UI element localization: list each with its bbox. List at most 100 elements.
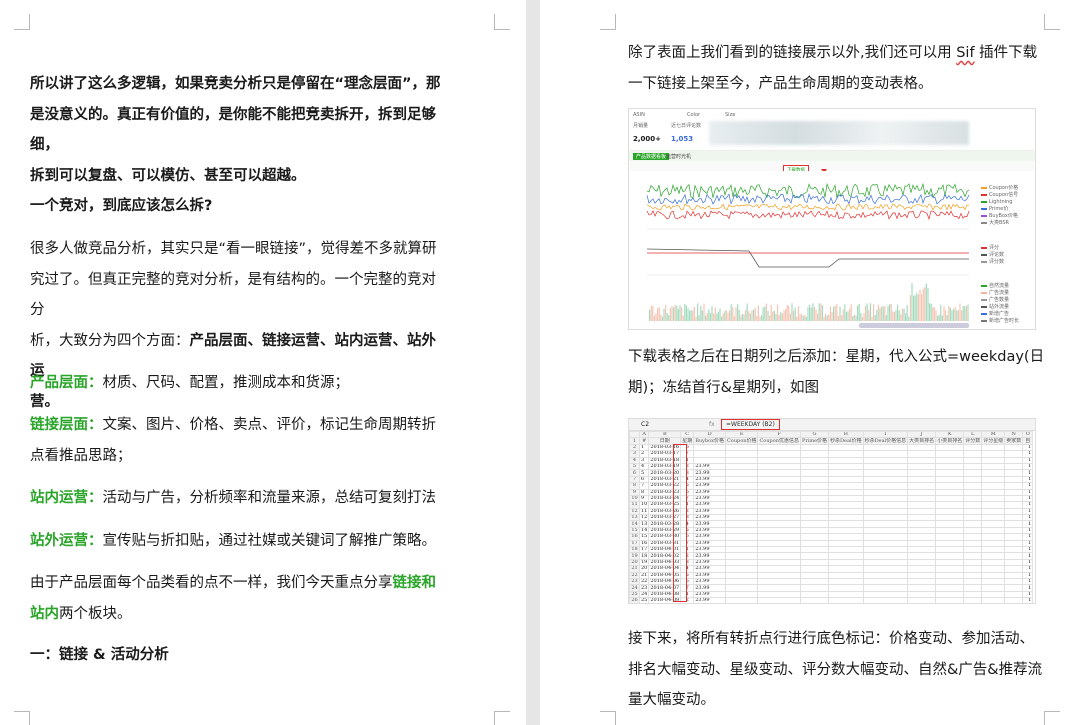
column-header[interactable]: 大类目排名: [907, 437, 937, 445]
table-cell[interactable]: [799, 597, 830, 603]
row-number[interactable]: 26: [629, 597, 640, 603]
table-cell[interactable]: [862, 597, 909, 603]
item-label: 站外运营：: [30, 533, 103, 549]
column-header[interactable]: 秒杀Deal价格: [828, 437, 864, 445]
table-cell[interactable]: [935, 597, 965, 603]
traffic-bar: [842, 309, 844, 321]
intro-paragraph: 所以讲了这么多逻辑，如果竞卖分析只是停留在“理念层面”，那 是没意义的。真正有价…: [30, 69, 450, 191]
asin-label: ASIN: [633, 112, 645, 118]
traffic-bar: [780, 312, 782, 321]
legend-entry[interactable]: 新增广告时长: [981, 318, 1019, 324]
traffic-bar: [721, 316, 723, 321]
column-header[interactable]: Prime价格: [799, 437, 830, 445]
traffic-bar: [652, 305, 654, 321]
legend-entry[interactable]: Prime价: [981, 206, 1008, 212]
legend-swatch: [981, 298, 987, 301]
traffic-bar: [727, 313, 729, 321]
column-header[interactable]: 评分星级: [981, 437, 1006, 445]
traffic-bar: [906, 305, 908, 321]
cell-reference[interactable]: C2: [641, 421, 649, 428]
paragraph-sif: 除了表面上我们看到的链接展示以外,我们还可以用 Sif 插件下载 一下链接上架至…: [628, 38, 1048, 99]
column-header[interactable]: Buybox价格: [693, 437, 726, 445]
legend-entry[interactable]: 评分: [981, 245, 999, 251]
legend-entry[interactable]: 评论数: [981, 252, 1004, 258]
text-line: 是没意义的。真正有价值的，是你能不能把竞卖拆开，拆到足够细，: [30, 106, 436, 154]
tab-ops-timeline[interactable]: 运营时光机: [663, 153, 694, 160]
legend-entry[interactable]: 大类BSR: [981, 220, 1009, 226]
traffic-bar: [665, 304, 667, 321]
traffic-bar: [765, 303, 767, 321]
table-cell[interactable]: [828, 597, 864, 603]
legend-entry[interactable]: 广告数量: [981, 297, 1009, 303]
traffic-bar: [761, 315, 763, 321]
traffic-bar: [807, 307, 809, 321]
traffic-bar: [817, 313, 819, 321]
column-header[interactable]: 秒杀Deal价格信息: [862, 437, 909, 445]
traffic-bar: [917, 294, 919, 321]
traffic-bar: [887, 305, 889, 321]
column-header[interactable]: 小类目排名: [935, 437, 965, 445]
legend-entry[interactable]: Lightning: [981, 199, 1012, 205]
traffic-bar: [767, 310, 769, 321]
traffic-bar: [901, 308, 903, 321]
legend-entry[interactable]: 广告流量: [981, 290, 1009, 296]
traffic-bar: [837, 315, 839, 321]
legend-swatch: [981, 319, 987, 322]
traffic-bar: [797, 306, 799, 321]
traffic-bar: [895, 309, 897, 321]
paragraph-markers: 接下来，将所有转折点行进行底色标记：价格变动、参加活动、 排名大幅变动、星级变动…: [628, 624, 1048, 716]
traffic-bar: [756, 315, 758, 321]
traffic-bar: [841, 314, 843, 321]
traffic-bar: [908, 316, 910, 321]
text-run: 插件下载: [974, 45, 1038, 61]
column-header[interactable]: Coupon价格: [724, 437, 759, 445]
legend-label: Lightning: [989, 199, 1013, 205]
traffic-bar: [785, 308, 787, 321]
legend-label: Coupon价格: [989, 185, 1019, 191]
table-row[interactable]: 26 25 2018-04-09 2 23.99 1: [629, 597, 1034, 603]
column-header[interactable]: 卖家数: [1004, 437, 1024, 445]
traffic-bar: [826, 315, 828, 321]
legend-entry[interactable]: BuyBox价格: [981, 213, 1018, 219]
traffic-bar: [783, 310, 785, 321]
traffic-bar: [892, 311, 894, 321]
traffic-bar: [698, 315, 700, 321]
legend-entry[interactable]: 自然流量: [981, 283, 1009, 289]
legend-entry[interactable]: 站外流量: [981, 304, 1009, 310]
traffic-bar: [962, 305, 964, 321]
formula-input[interactable]: =WEEKDAY (B2): [721, 419, 780, 430]
traffic-bar: [703, 303, 705, 321]
table-cell[interactable]: [757, 597, 801, 603]
table-cell[interactable]: 1: [1022, 597, 1034, 603]
traffic-bar: [674, 305, 676, 321]
traffic-bar: [857, 305, 859, 321]
traffic-bar: [655, 313, 657, 321]
traffic-bar: [781, 313, 783, 321]
legend-entry[interactable]: Coupon价格: [981, 185, 1018, 191]
stat-label: 近七日评论数: [671, 123, 702, 129]
traffic-bar: [937, 315, 939, 321]
traffic-bar: [791, 303, 793, 321]
traffic-bar: [925, 283, 927, 321]
table-cell[interactable]: [1004, 597, 1024, 603]
column-header[interactable]: Coupon优惠信息: [757, 437, 801, 445]
table-cell[interactable]: [724, 597, 759, 603]
table-cell[interactable]: 25: [638, 597, 650, 603]
table-cell[interactable]: [981, 597, 1006, 603]
column-header[interactable]: 评分数: [963, 437, 983, 445]
page-corner-mark: [494, 711, 510, 725]
traffic-bar: [677, 309, 679, 321]
legend-entry[interactable]: Coupon信号: [981, 192, 1018, 198]
table-cell[interactable]: [907, 597, 937, 603]
legend-entry[interactable]: 评分数: [981, 259, 1004, 265]
traffic-bar: [825, 313, 827, 321]
traffic-bar: [759, 316, 761, 321]
table-cell[interactable]: 23.99: [693, 597, 726, 603]
table-cell[interactable]: [963, 597, 983, 603]
legend-label: BuyBox价格: [989, 213, 1018, 219]
item-label: 站内运营：: [30, 490, 103, 506]
legend-entry[interactable]: 新增广告: [981, 311, 1009, 317]
traffic-bar: [751, 310, 753, 321]
traffic-bar: [685, 305, 687, 321]
traffic-bar: [805, 316, 807, 321]
